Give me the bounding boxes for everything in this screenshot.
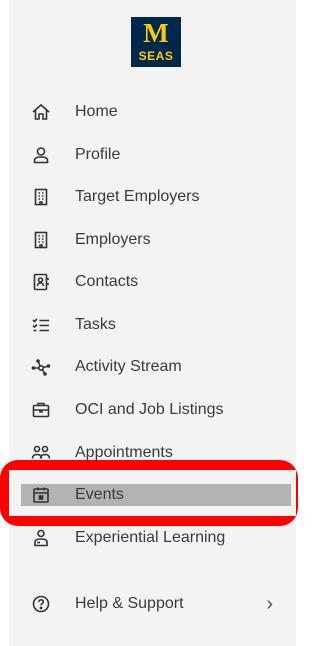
network-icon	[29, 355, 53, 379]
briefcase-icon	[29, 398, 53, 422]
nav-item-tasks[interactable]: Tasks	[21, 312, 291, 338]
nav-item-contacts[interactable]: Contacts	[21, 269, 291, 295]
nav-label: Contacts	[75, 273, 139, 290]
building-icon	[29, 185, 53, 209]
logo-text: SEAS	[138, 49, 174, 63]
nav-item-oci-job-listings[interactable]: OCI and Job Listings	[21, 397, 291, 423]
nav-label: Activity Stream	[75, 358, 182, 375]
nav-item-employers[interactable]: Employers	[21, 227, 291, 253]
nav-label: Help & Support	[75, 595, 184, 612]
seas-logo[interactable]: M SEAS	[131, 17, 181, 67]
person-icon	[29, 143, 53, 167]
logo-letter: M	[143, 18, 169, 48]
nav-label: Experiential Learning	[75, 529, 226, 546]
nav-item-appointments[interactable]: Appointments	[21, 440, 291, 466]
nav-item-help-support[interactable]: Help & Support ›	[21, 591, 291, 617]
nav-item-target-employers[interactable]: Target Employers	[21, 184, 291, 210]
calendar-icon	[29, 483, 53, 507]
nav-item-events[interactable]: Events	[21, 484, 291, 506]
nav-label: Employers	[75, 231, 151, 248]
nav-label: Target Employers	[75, 188, 200, 205]
building-icon	[29, 228, 53, 252]
nav-item-profile[interactable]: Profile	[21, 142, 291, 168]
nav-item-home[interactable]: Home	[21, 99, 291, 125]
nav-label: Home	[75, 103, 118, 120]
nav-label: Tasks	[75, 316, 116, 333]
nav-label: Appointments	[75, 444, 173, 461]
question-icon	[29, 592, 53, 616]
home-icon	[29, 100, 53, 124]
nav-item-experiential-learning[interactable]: Experiential Learning	[21, 525, 291, 551]
person-badge-icon	[29, 526, 53, 550]
contact-card-icon	[29, 270, 53, 294]
checklist-icon	[29, 313, 53, 337]
nav-label: Events	[75, 486, 124, 503]
people-icon	[29, 441, 53, 465]
nav-label: OCI and Job Listings	[75, 401, 224, 418]
nav-item-activity-stream[interactable]: Activity Stream	[21, 354, 291, 380]
chevron-right-icon: ›	[266, 592, 273, 615]
nav-label: Profile	[75, 146, 121, 163]
